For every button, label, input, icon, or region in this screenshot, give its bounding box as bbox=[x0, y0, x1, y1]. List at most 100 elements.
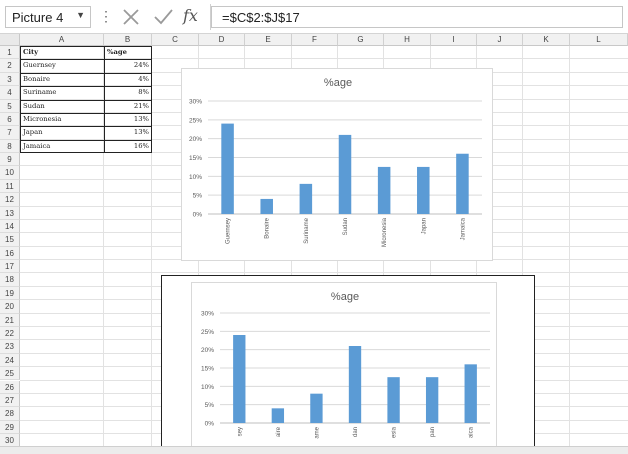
formula-input[interactable]: =$C$2:$J$17 bbox=[211, 6, 623, 28]
column-header[interactable]: G bbox=[338, 34, 384, 46]
row-header[interactable]: 3 bbox=[0, 72, 20, 87]
y-tick-label: 0% bbox=[193, 212, 203, 219]
column-header[interactable]: K bbox=[523, 34, 570, 46]
table-cell-city[interactable]: Suriname bbox=[20, 86, 104, 99]
table-header-age[interactable]: %age bbox=[104, 46, 152, 59]
bar-pan[interactable] bbox=[425, 377, 439, 423]
bar-japan[interactable] bbox=[417, 166, 430, 214]
column-header[interactable]: H bbox=[384, 34, 431, 46]
row-header[interactable]: 1 bbox=[0, 46, 20, 60]
table-cell-age[interactable]: 24% bbox=[104, 59, 152, 72]
row-header[interactable]: 21 bbox=[0, 313, 20, 327]
x-tick-label: Sudan bbox=[343, 218, 349, 235]
row-header[interactable]: 25 bbox=[0, 367, 20, 381]
row-header[interactable]: 27 bbox=[0, 393, 20, 408]
select-all-corner[interactable] bbox=[0, 34, 20, 46]
bar-esia[interactable] bbox=[387, 377, 400, 423]
table-cell-age[interactable]: 8% bbox=[104, 86, 152, 99]
row-header[interactable]: 28 bbox=[0, 407, 20, 421]
table-cell-age[interactable]: 16% bbox=[104, 140, 152, 153]
column-header[interactable]: E bbox=[245, 34, 292, 46]
y-tick-label: 20% bbox=[189, 136, 202, 143]
table-cell-city[interactable]: Sudan bbox=[20, 100, 104, 113]
table-cell-city[interactable]: Japan bbox=[20, 126, 104, 139]
row-header[interactable]: 29 bbox=[0, 420, 20, 434]
table-cell-age[interactable]: 13% bbox=[104, 113, 152, 126]
chart-age[interactable]: %age 0% 5% 10% 15% 20% 25% 30% Guernsey Bonaire Su… bbox=[181, 68, 493, 261]
column-header[interactable]: D bbox=[199, 34, 245, 46]
row-header[interactable]: 26 bbox=[0, 380, 20, 394]
column-header[interactable]: I bbox=[431, 34, 477, 46]
y-tick-label: 20% bbox=[201, 347, 214, 354]
column-header[interactable]: F bbox=[292, 34, 338, 46]
table-cell-age[interactable]: 21% bbox=[104, 100, 152, 113]
spreadsheet-grid[interactable]: ABCDEFGHIJKL 1 2 3 4 5 6 7 8 9 10 11 12 13 14 15 16 17 18… bbox=[0, 34, 628, 454]
row-header[interactable]: 9 bbox=[0, 153, 20, 167]
bar-micronesia[interactable] bbox=[377, 166, 391, 214]
row-header[interactable]: 8 bbox=[0, 139, 20, 154]
bar-ame[interactable] bbox=[310, 393, 323, 423]
x-tick-label: Suriname bbox=[304, 217, 310, 243]
row-header[interactable]: 19 bbox=[0, 286, 20, 301]
row-header[interactable]: 18 bbox=[0, 273, 20, 287]
y-tick-label: 30% bbox=[189, 99, 202, 106]
bar-sudan[interactable] bbox=[338, 134, 352, 214]
bar-guernsey[interactable] bbox=[221, 123, 234, 214]
formula-bar: Picture 4 ▼ ⋮ fx =$C$2:$J$17 bbox=[0, 0, 628, 34]
fx-icon[interactable]: fx bbox=[178, 6, 208, 28]
row-header[interactable]: 7 bbox=[0, 126, 20, 140]
cancel-x-icon[interactable] bbox=[116, 6, 146, 28]
y-tick-label: 5% bbox=[205, 402, 215, 409]
row-header[interactable]: 2 bbox=[0, 59, 20, 73]
row-header[interactable]: 10 bbox=[0, 166, 20, 180]
vertical-dots-icon[interactable]: ⋮ bbox=[99, 7, 113, 25]
table-cell-city[interactable]: Guernsey bbox=[20, 59, 104, 72]
chart-title: %age bbox=[331, 291, 359, 303]
bar-bonaire[interactable] bbox=[260, 198, 273, 214]
bar-sey[interactable] bbox=[233, 335, 246, 423]
row-header[interactable]: 14 bbox=[0, 219, 20, 234]
row-header[interactable]: 24 bbox=[0, 353, 20, 368]
row-header[interactable]: 4 bbox=[0, 86, 20, 100]
x-tick-label: esia bbox=[392, 426, 398, 438]
y-tick-label: 0% bbox=[205, 421, 215, 428]
row-header[interactable]: 11 bbox=[0, 179, 20, 194]
column-header[interactable]: L bbox=[570, 34, 628, 46]
table-header-city[interactable]: City bbox=[20, 46, 104, 59]
table-cell-city[interactable]: Micronesia bbox=[20, 113, 104, 126]
column-header[interactable]: A bbox=[20, 34, 104, 46]
column-header[interactable]: B bbox=[104, 34, 152, 46]
formula-text: =$C$2:$J$17 bbox=[222, 10, 300, 25]
y-tick-label: 5% bbox=[193, 193, 203, 200]
row-header[interactable]: 17 bbox=[0, 260, 20, 274]
column-header[interactable]: C bbox=[152, 34, 199, 46]
picture-4-frame[interactable]: %age 0% 5% 10% 15% 20% 25% 30% sey aire ame dan esia… bbox=[161, 275, 535, 454]
row-header[interactable]: 16 bbox=[0, 246, 20, 261]
bar-aica[interactable] bbox=[464, 364, 477, 423]
x-tick-label: ame bbox=[314, 426, 320, 438]
row-header[interactable]: 6 bbox=[0, 112, 20, 127]
table-cell-city[interactable]: Jamaica bbox=[20, 140, 104, 153]
row-header[interactable]: 15 bbox=[0, 233, 20, 247]
table-cell-city[interactable]: Bonaire bbox=[20, 73, 104, 86]
name-box[interactable]: Picture 4 ▼ bbox=[5, 6, 91, 28]
row-header[interactable]: 5 bbox=[0, 99, 20, 113]
chart-svg: %age 0% 5% 10% 15% 20% 25% 30% sey aire ame dan esia… bbox=[201, 291, 490, 439]
y-tick-label: 15% bbox=[201, 366, 214, 373]
row-header[interactable]: 12 bbox=[0, 193, 20, 207]
chart-age-picture[interactable]: %age 0% 5% 10% 15% 20% 25% 30% sey aire ame dan esia… bbox=[191, 282, 497, 454]
row-header[interactable]: 22 bbox=[0, 326, 20, 341]
row-header[interactable]: 23 bbox=[0, 340, 20, 354]
name-box-value: Picture 4 bbox=[12, 10, 64, 25]
chevron-down-icon[interactable]: ▼ bbox=[76, 10, 85, 20]
bar-jamaica[interactable] bbox=[456, 153, 469, 214]
bar-aire[interactable] bbox=[271, 408, 285, 423]
bar-dan[interactable] bbox=[348, 346, 362, 423]
row-header[interactable]: 20 bbox=[0, 300, 20, 314]
bar-suriname[interactable] bbox=[299, 183, 313, 214]
table-cell-age[interactable]: 4% bbox=[104, 73, 152, 86]
column-header[interactable]: J bbox=[477, 34, 523, 46]
row-header[interactable]: 13 bbox=[0, 206, 20, 220]
enter-check-icon[interactable] bbox=[148, 6, 178, 28]
table-cell-age[interactable]: 13% bbox=[104, 126, 152, 139]
